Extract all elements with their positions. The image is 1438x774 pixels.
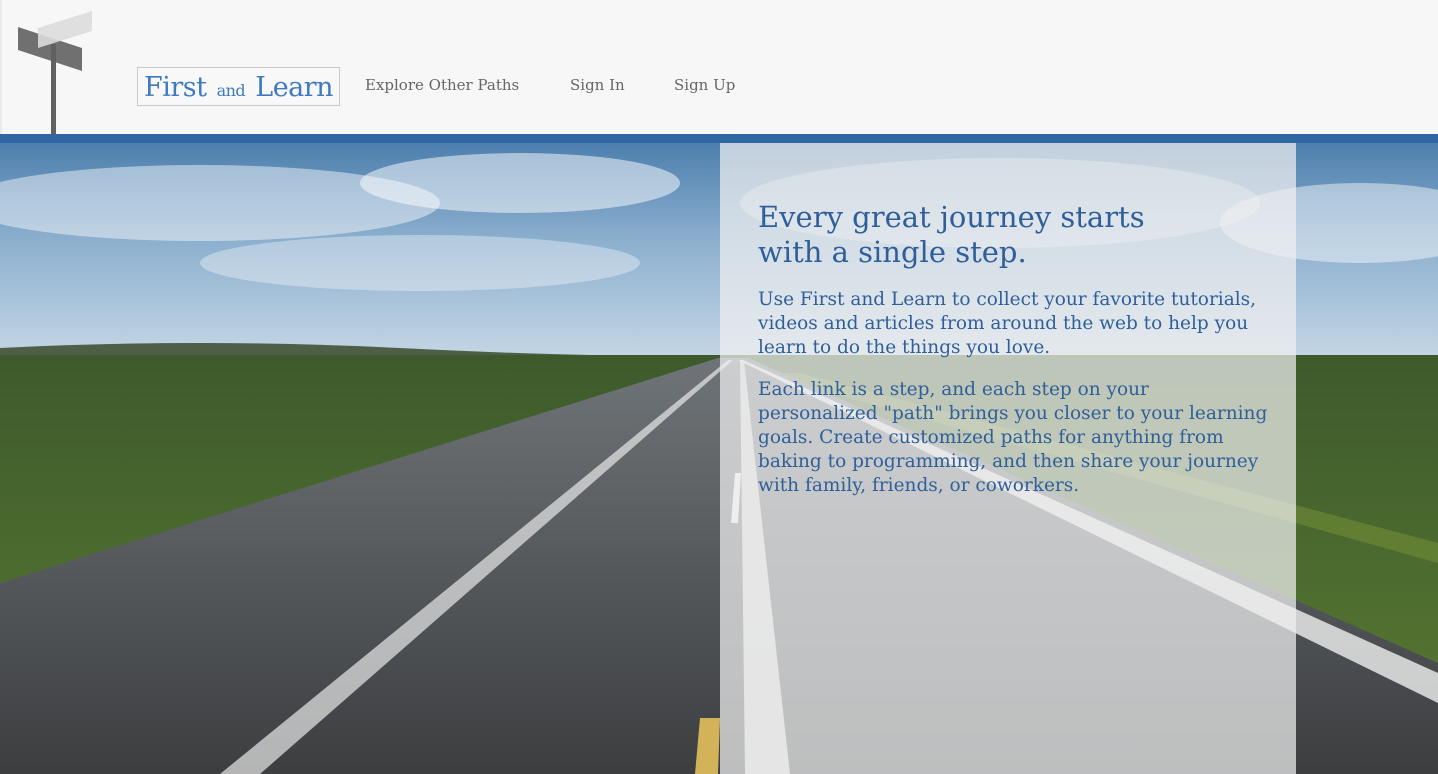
hero-headline-line2: with a single step. — [758, 235, 1027, 269]
hero-paragraph-paths: Each link is a step, and each step on yo… — [758, 379, 1268, 496]
hero-paragraph-intro: Use First and Learn to collect your favo… — [758, 289, 1257, 358]
logo-learn: Learn — [255, 72, 334, 103]
nav-sign-up[interactable]: Sign Up — [674, 76, 735, 94]
accent-bar — [0, 134, 1438, 143]
hero-headline-line1: Every great journey starts — [758, 200, 1145, 234]
hero-section: Every great journey starts with a single… — [0, 143, 1438, 774]
nav-explore-other-paths[interactable]: Explore Other Paths — [365, 76, 519, 94]
logo-link[interactable]: First and Learn — [137, 67, 341, 106]
logo-first: First — [144, 72, 207, 103]
nav-sign-in[interactable]: Sign In — [570, 76, 625, 94]
signpost-icon — [0, 0, 92, 134]
site-header: First and Learn Explore Other Paths Sign… — [0, 0, 1438, 134]
hero-headline: Every great journey starts with a single… — [758, 200, 1178, 270]
logo-and: and — [216, 81, 246, 100]
intro-panel: Every great journey starts with a single… — [720, 143, 1296, 774]
